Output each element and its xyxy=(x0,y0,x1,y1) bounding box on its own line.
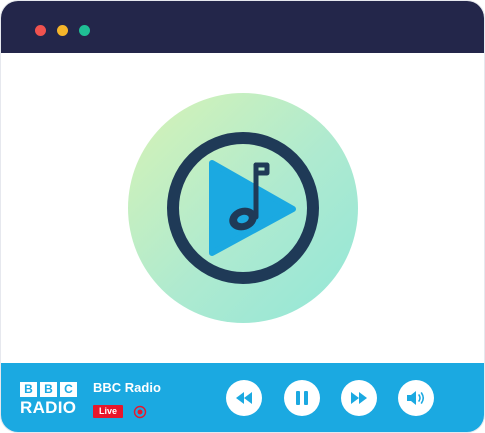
fast-forward-icon xyxy=(351,392,367,404)
logo-block: B xyxy=(20,382,37,397)
album-artwork xyxy=(128,93,358,323)
pause-button[interactable] xyxy=(284,380,320,416)
record-icon xyxy=(133,405,147,419)
pause-icon xyxy=(296,391,308,405)
logo-block: B xyxy=(40,382,57,397)
artwork-area xyxy=(1,53,484,363)
player-bar: B B C RADIO BBC Radio Live xyxy=(1,363,484,432)
logo-block: C xyxy=(60,382,77,397)
volume-button[interactable] xyxy=(398,380,434,416)
bbc-radio-logo: B B C RADIO xyxy=(20,382,78,416)
player-window: B B C RADIO BBC Radio Live xyxy=(0,0,485,433)
rewind-button[interactable] xyxy=(226,380,262,416)
logo-word: RADIO xyxy=(20,398,77,417)
minimize-window-button[interactable] xyxy=(57,25,68,36)
live-badge: Live xyxy=(93,405,124,418)
rewind-icon xyxy=(236,392,252,404)
volume-icon xyxy=(407,391,425,405)
close-window-button[interactable] xyxy=(35,25,46,36)
fast-forward-button[interactable] xyxy=(341,380,377,416)
station-name: BBC Radio xyxy=(93,380,161,395)
maximize-window-button[interactable] xyxy=(79,25,90,36)
title-bar xyxy=(1,1,484,53)
